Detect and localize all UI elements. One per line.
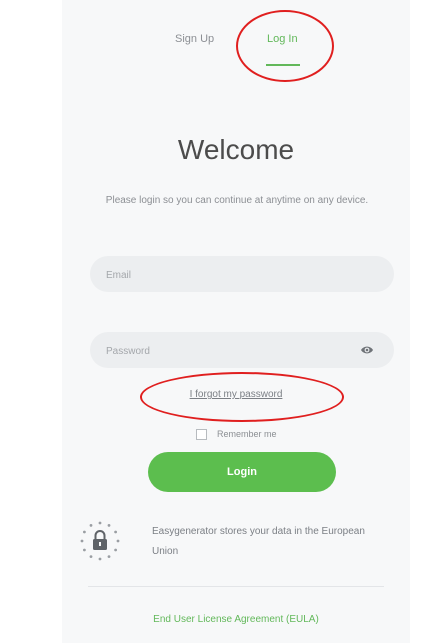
email-field-wrapper [90,256,394,294]
password-input[interactable] [104,332,348,370]
page-title: Welcome [177,134,295,165]
page-subtitle: Please login so you can continue at anyt… [105,195,369,206]
tab-sign-up[interactable]: Sign Up [175,33,214,45]
remember-me-option[interactable]: Remember me [196,428,277,440]
remember-me-label: Remember me [217,429,277,439]
eula-link[interactable]: End User License Agreement (EULA) [62,614,410,625]
email-input[interactable] [104,256,348,294]
footer-divider [88,586,384,587]
active-tab-indicator [266,64,300,66]
tab-log-in[interactable]: Log In [267,33,298,45]
forgot-password-link[interactable]: I forgot my password [62,389,410,400]
remember-me-checkbox[interactable] [196,428,207,440]
eu-lock-icon [80,521,120,561]
data-location-notice: Easygenerator stores your data in the Eu… [152,526,365,557]
password-field-wrapper [90,332,394,370]
login-button[interactable]: Login [148,452,336,492]
eye-icon[interactable] [360,344,374,356]
